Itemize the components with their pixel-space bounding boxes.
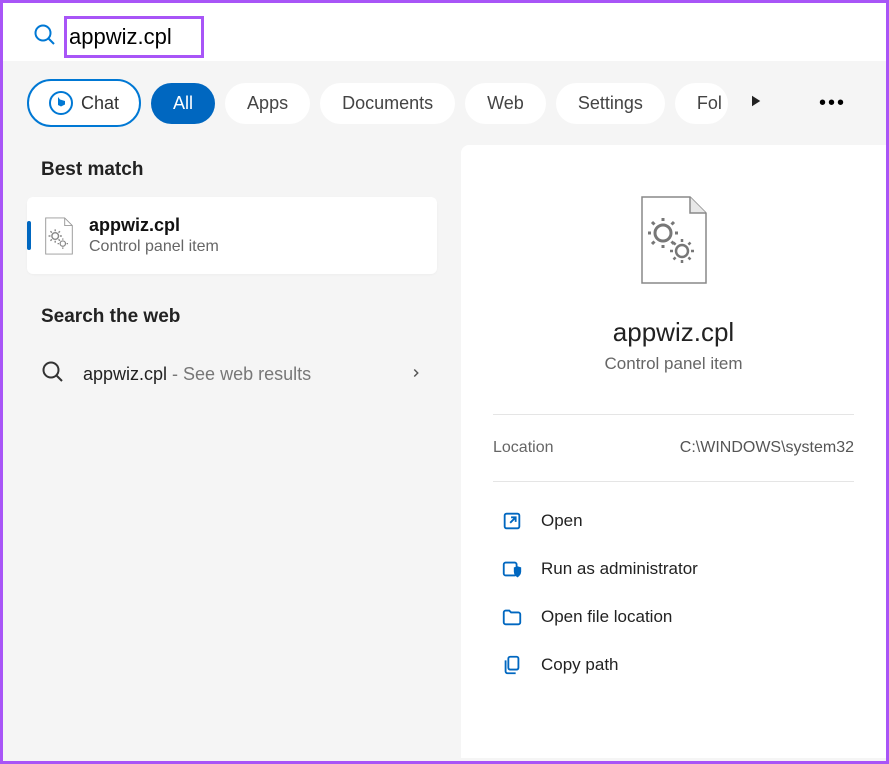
best-match-subtitle: Control panel item (89, 238, 421, 256)
selection-accent (27, 221, 31, 250)
chat-tab[interactable]: Chat (27, 79, 141, 127)
tab-apps[interactable]: Apps (225, 83, 310, 124)
best-match-title: appwiz.cpl (89, 215, 421, 236)
web-result-text: appwiz.cpl - See web results (83, 364, 391, 385)
location-row: Location C:\WINDOWS\system32 (493, 415, 854, 481)
actions-list: Open Run as administrator Open file (493, 482, 854, 688)
search-icon (41, 360, 65, 389)
action-open-label: Open (541, 511, 583, 531)
content-area: Best match appwiz.cpl Control panel item… (3, 145, 886, 758)
open-icon (501, 510, 523, 532)
action-open-location-label: Open file location (541, 607, 672, 627)
bing-chat-icon (49, 91, 73, 115)
cpl-file-icon (43, 217, 75, 255)
tab-all[interactable]: All (151, 83, 215, 124)
search-input[interactable] (69, 24, 369, 50)
web-result[interactable]: appwiz.cpl - See web results (27, 344, 437, 405)
chat-tab-label: Chat (81, 93, 119, 114)
action-copy-path-label: Copy path (541, 655, 619, 675)
web-result-title: appwiz.cpl (83, 364, 167, 384)
tab-folders-truncated[interactable]: Fol (675, 83, 728, 124)
tabs-overflow-arrow-icon[interactable] (746, 92, 764, 115)
search-icon (33, 23, 57, 52)
results-panel: Best match appwiz.cpl Control panel item… (3, 145, 461, 758)
tab-web[interactable]: Web (465, 83, 546, 124)
cpl-file-icon-large (638, 195, 710, 285)
details-panel: appwiz.cpl Control panel item Location C… (461, 145, 886, 758)
location-value: C:\WINDOWS\system32 (680, 439, 854, 457)
action-run-admin-label: Run as administrator (541, 559, 698, 579)
detail-subtitle: Control panel item (605, 354, 743, 374)
action-run-admin[interactable]: Run as administrator (493, 546, 854, 592)
copy-icon (501, 654, 523, 676)
shield-admin-icon (501, 558, 523, 580)
action-open[interactable]: Open (493, 498, 854, 544)
location-label: Location (493, 439, 554, 457)
tab-settings[interactable]: Settings (556, 83, 665, 124)
best-match-text: appwiz.cpl Control panel item (89, 215, 421, 256)
detail-title: appwiz.cpl (613, 317, 734, 348)
action-copy-path[interactable]: Copy path (493, 642, 854, 688)
chevron-right-icon[interactable] (409, 364, 423, 385)
folder-icon (501, 606, 523, 628)
best-match-header: Best match (27, 159, 437, 181)
action-open-location[interactable]: Open file location (493, 594, 854, 640)
web-result-suffix: - See web results (167, 364, 311, 384)
tab-documents[interactable]: Documents (320, 83, 455, 124)
search-bar (3, 3, 886, 61)
web-results-section: Search the web appwiz.cpl - See web resu… (27, 306, 437, 405)
more-menu-icon[interactable]: ••• (803, 84, 862, 123)
search-input-wrapper (69, 24, 866, 50)
filter-tabs: Chat All Apps Documents Web Settings Fol… (3, 61, 886, 145)
web-section-header: Search the web (27, 306, 437, 328)
best-match-result[interactable]: appwiz.cpl Control panel item (27, 197, 437, 274)
